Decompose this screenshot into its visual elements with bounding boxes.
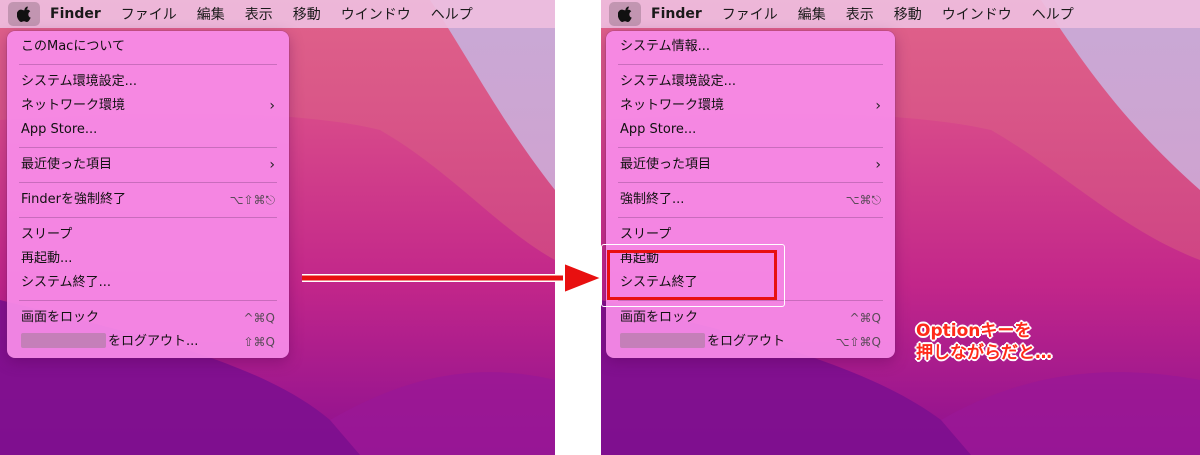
menu-separator: [618, 182, 883, 183]
menu-item-label: スリープ: [21, 227, 73, 242]
apple-icon: [618, 6, 632, 22]
menu-item-sleep[interactable]: スリープ: [7, 223, 289, 247]
menu-separator: [618, 64, 883, 65]
menu-item-label: 最近使った項目: [21, 157, 113, 172]
shortcut-label: ^⌘Q: [849, 311, 882, 325]
apple-menu-button[interactable]: [8, 2, 40, 26]
annotation-line-1: Optionキーを: [916, 321, 1032, 341]
menu-item-label: 強制終了...: [620, 192, 685, 207]
menu-item-label: システム環境設定...: [21, 74, 138, 89]
menu-item-lock-screen[interactable]: 画面をロック ^⌘Q: [606, 306, 895, 330]
shortcut-label: ⌥⌘⎋: [845, 193, 881, 207]
menu-item-network-location[interactable]: ネットワーク環境 ›: [606, 94, 895, 118]
shortcut-label: ⌥⇧⌘Q: [835, 335, 881, 349]
menu-item-lock-screen[interactable]: 画面をロック ^⌘Q: [7, 306, 289, 330]
menu-view[interactable]: 表示: [235, 4, 283, 24]
menu-item-app-store[interactable]: App Store...: [606, 118, 895, 142]
menu-file[interactable]: ファイル: [712, 4, 788, 24]
menu-edit[interactable]: 編集: [788, 4, 836, 24]
menu-item-system-information[interactable]: システム情報...: [606, 35, 895, 59]
menu-separator: [19, 300, 277, 301]
menu-item-system-preferences[interactable]: システム環境設定...: [7, 70, 289, 94]
menu-item-label: をログアウト: [707, 334, 786, 349]
menu-item-label: システム情報...: [620, 39, 711, 54]
menu-item-label: スリープ: [620, 227, 672, 242]
highlight-box: [607, 250, 777, 300]
chevron-right-icon: ›: [875, 98, 881, 114]
apple-icon: [17, 6, 31, 22]
screenshot-before: Finder ファイル 編集 表示 移動 ウインドウ ヘルプ このMacについて…: [0, 0, 555, 455]
menu-separator: [19, 64, 277, 65]
menu-item-label: 画面をロック: [21, 310, 100, 325]
menu-separator: [19, 217, 277, 218]
menu-item-system-preferences[interactable]: システム環境設定...: [606, 70, 895, 94]
redacted-username: [21, 333, 106, 348]
shortcut-label: ⇧⌘Q: [243, 335, 276, 349]
apple-menu-dropdown-option: システム情報... システム環境設定... ネットワーク環境 › App Stor…: [606, 31, 895, 358]
menu-item-label: このMacについて: [21, 39, 125, 54]
menu-separator: [19, 182, 277, 183]
menu-item-label: ネットワーク環境: [21, 98, 126, 113]
menu-item-label: 画面をロック: [620, 310, 699, 325]
menu-separator: [618, 147, 883, 148]
menu-item-label: ネットワーク環境: [620, 98, 725, 113]
menu-item-label: システム終了...: [21, 275, 112, 290]
annotation-line-2: 押しながらだと…: [916, 343, 1052, 363]
menu-item-log-out[interactable]: をログアウト ⌥⇧⌘Q: [606, 330, 895, 354]
screenshot-after: Finder ファイル 編集 表示 移動 ウインドウ ヘルプ システム情報...…: [601, 0, 1200, 455]
shortcut-label: ⌥⇧⌘⎋: [229, 193, 275, 207]
annotation-text: Optionキーを 押しながらだと…: [916, 320, 1052, 364]
menu-item-app-store[interactable]: App Store...: [7, 118, 289, 142]
menu-item-label: をログアウト...: [108, 334, 199, 349]
apple-menu-dropdown: このMacについて システム環境設定... ネットワーク環境 › App Stor…: [7, 31, 289, 358]
menu-item-label: システム環境設定...: [620, 74, 737, 89]
menu-window[interactable]: ウインドウ: [331, 4, 421, 24]
menu-view[interactable]: 表示: [836, 4, 884, 24]
menu-item-label: App Store...: [620, 122, 697, 137]
menu-item-label: 最近使った項目: [620, 157, 712, 172]
menu-help[interactable]: ヘルプ: [421, 4, 483, 24]
menu-item-restart[interactable]: 再起動...: [7, 247, 289, 271]
menu-item-shut-down[interactable]: システム終了...: [7, 271, 289, 295]
menu-item-network-location[interactable]: ネットワーク環境 ›: [7, 94, 289, 118]
menu-separator: [19, 147, 277, 148]
menu-file[interactable]: ファイル: [111, 4, 187, 24]
right-arrow-icon: [302, 261, 602, 295]
menu-bar: Finder ファイル 編集 表示 移動 ウインドウ ヘルプ: [0, 0, 555, 28]
shortcut-label: ^⌘Q: [243, 311, 276, 325]
menu-item-about-this-mac[interactable]: このMacについて: [7, 35, 289, 59]
menu-item-log-out[interactable]: をログアウト... ⇧⌘Q: [7, 330, 289, 354]
menu-item-label: 再起動...: [21, 251, 73, 266]
redacted-username: [620, 333, 705, 348]
menu-finder[interactable]: Finder: [40, 6, 111, 22]
menu-go[interactable]: 移動: [283, 4, 331, 24]
menu-item-recent-items[interactable]: 最近使った項目 ›: [7, 153, 289, 177]
menu-help[interactable]: ヘルプ: [1022, 4, 1084, 24]
menu-item-label: App Store...: [21, 122, 98, 137]
menu-item-label: Finderを強制終了: [21, 192, 126, 207]
menu-item-recent-items[interactable]: 最近使った項目 ›: [606, 153, 895, 177]
menu-separator: [618, 217, 883, 218]
chevron-right-icon: ›: [269, 157, 275, 173]
menu-go[interactable]: 移動: [884, 4, 932, 24]
chevron-right-icon: ›: [875, 157, 881, 173]
menu-item-force-quit[interactable]: 強制終了... ⌥⌘⎋: [606, 188, 895, 212]
menu-bar: Finder ファイル 編集 表示 移動 ウインドウ ヘルプ: [601, 0, 1200, 28]
apple-menu-button[interactable]: [609, 2, 641, 26]
menu-finder[interactable]: Finder: [641, 6, 712, 22]
menu-edit[interactable]: 編集: [187, 4, 235, 24]
menu-window[interactable]: ウインドウ: [932, 4, 1022, 24]
chevron-right-icon: ›: [269, 98, 275, 114]
menu-item-force-quit-finder[interactable]: Finderを強制終了 ⌥⇧⌘⎋: [7, 188, 289, 212]
